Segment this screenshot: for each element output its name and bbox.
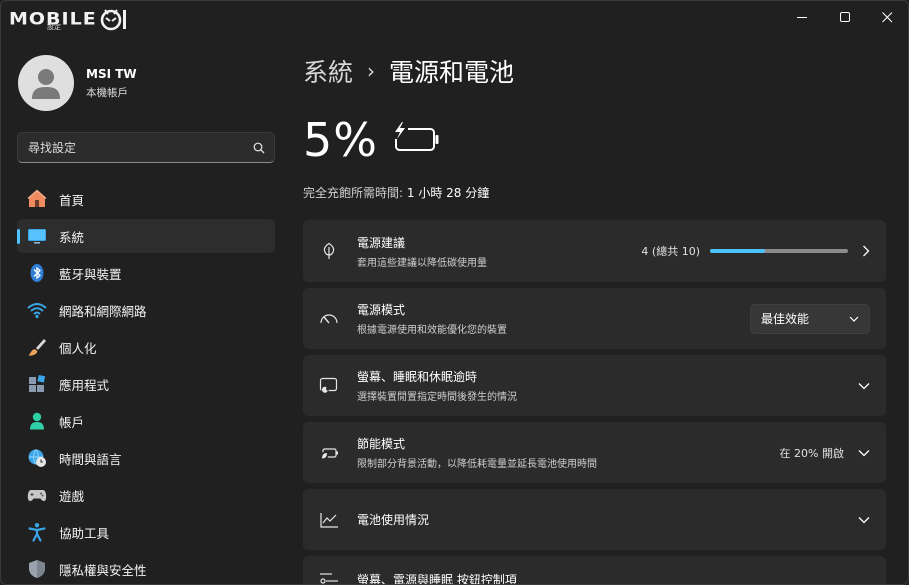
chevron-right-icon xyxy=(862,245,870,257)
sidebar-item-network[interactable]: 網路和網際網路 xyxy=(17,293,275,327)
shield-icon xyxy=(27,559,47,579)
search-icon[interactable] xyxy=(244,142,274,154)
person-icon xyxy=(27,411,47,431)
avatar xyxy=(18,55,74,111)
sidebar-nav: 首頁 系統 藍牙與裝置 網路和網際網路 個人化 應用程式 帳戶 時間與語言 遊戲… xyxy=(17,182,275,584)
card-title: 電源建議 xyxy=(357,235,406,250)
sidebar-item-label: 網路和網際網路 xyxy=(59,303,147,319)
app-logo: MOBILE 設定 xyxy=(9,6,129,32)
recommendations-count: 4 (總共 10) xyxy=(641,245,700,258)
bluetooth-icon xyxy=(27,263,47,283)
battery-charging-icon xyxy=(391,122,444,160)
card-subtitle: 根據電源使用和效能優化您的裝置 xyxy=(357,325,507,336)
card-subtitle: 選擇裝置閒置指定時間後發生的情況 xyxy=(357,392,517,403)
page-title: 電源和電池 xyxy=(389,58,515,87)
card-title: 節能模式 xyxy=(357,437,406,451)
gamepad-icon xyxy=(27,485,47,505)
sidebar-item-accounts[interactable]: 帳戶 xyxy=(17,404,275,438)
battery-percent: 5% xyxy=(303,113,378,167)
card-title: 螢幕、睡眠和休眠逾時 xyxy=(357,370,478,384)
dropdown-selected: 最佳效能 xyxy=(761,312,810,326)
profile-account-type: 本機帳戶 xyxy=(86,86,128,99)
sidebar-item-label: 隱私權與安全性 xyxy=(59,562,147,578)
accessibility-icon xyxy=(27,522,47,542)
title-bar: MOBILE 設定 xyxy=(1,1,908,35)
button-controls-card[interactable]: 螢幕、電源與睡眠 按鈕控制項 xyxy=(303,556,886,585)
sidebar-item-bluetooth[interactable]: 藍牙與裝置 xyxy=(17,256,275,290)
energy-saver-icon xyxy=(319,444,339,462)
profile-name: MSI TW xyxy=(86,66,137,81)
logo-mark-icon xyxy=(100,9,126,31)
maximize-button[interactable] xyxy=(822,1,868,33)
battery-status: 5% xyxy=(303,113,444,167)
home-icon xyxy=(27,189,47,209)
energy-saver-status: 在 20% 開啟 xyxy=(779,446,844,460)
sidebar-item-time-language[interactable]: 時間與語言 xyxy=(17,441,275,475)
close-button[interactable] xyxy=(864,1,908,33)
card-title: 螢幕、電源與睡眠 按鈕控制項 xyxy=(357,573,517,585)
search-placeholder: 尋找設定 xyxy=(28,141,77,155)
sidebar-item-privacy[interactable]: 隱私權與安全性 xyxy=(17,552,275,584)
chevron-down-icon[interactable] xyxy=(858,516,870,524)
brush-icon xyxy=(27,337,47,357)
card-subtitle: 套用這些建議以降低碳使用量 xyxy=(357,257,487,269)
breadcrumb-parent[interactable]: 系統 xyxy=(303,53,353,89)
controls-icon xyxy=(319,571,339,584)
chevron-down-icon[interactable] xyxy=(858,382,870,390)
chevron-down-icon xyxy=(849,316,859,322)
sidebar-item-label: 帳戶 xyxy=(59,414,85,430)
apps-icon xyxy=(27,374,47,394)
user-profile[interactable]: MSI TW 本機帳戶 xyxy=(18,55,137,111)
sidebar-item-label: 個人化 xyxy=(59,340,97,356)
sidebar-item-label: 時間與語言 xyxy=(59,451,122,467)
power-mode-dropdown[interactable]: 最佳效能 xyxy=(750,303,870,334)
sidebar-item-home[interactable]: 首頁 xyxy=(17,182,275,216)
sidebar-item-apps[interactable]: 應用程式 xyxy=(17,367,275,401)
window-title: 設定 xyxy=(47,23,61,31)
power-mode-card: 電源模式 根據電源使用和效能優化您的裝置 最佳效能 xyxy=(303,288,886,349)
gauge-icon xyxy=(319,311,339,327)
maximize-icon xyxy=(839,11,850,22)
card-title: 電池使用情況 xyxy=(357,513,430,527)
recommendations-progress xyxy=(710,249,848,253)
power-recommendations-card[interactable]: 電源建議 套用這些建議以降低碳使用量 4 (總共 10) xyxy=(303,220,886,282)
screen-sleep-card[interactable]: 螢幕、睡眠和休眠逾時 選擇裝置閒置指定時間後發生的情況 xyxy=(303,355,886,416)
charge-time: 完全充飽所需時間: 1 小時 28 分鐘 xyxy=(303,184,489,201)
leaf-icon xyxy=(319,242,339,260)
settings-window: MOBILE 設定 MSI TW 本機帳戶 尋找設定 首頁 系統 藍牙與裝置 網… xyxy=(0,0,909,585)
system-icon xyxy=(27,226,47,246)
sidebar-item-label: 系統 xyxy=(59,229,85,245)
card-title: 電源模式 xyxy=(357,303,406,317)
person-avatar-icon xyxy=(32,69,60,99)
sidebar-item-label: 遊戲 xyxy=(59,488,85,504)
charge-time-value: 1 小時 28 分鐘 xyxy=(406,186,490,200)
screen-sleep-icon xyxy=(319,377,339,395)
sidebar-item-label: 首頁 xyxy=(59,192,85,208)
sidebar-item-label: 應用程式 xyxy=(59,377,110,393)
search-input[interactable]: 尋找設定 xyxy=(17,132,275,163)
sidebar-item-label: 藍牙與裝置 xyxy=(59,266,122,282)
sidebar-item-accessibility[interactable]: 協助工具 xyxy=(17,515,275,549)
breadcrumb: 系統 › 電源和電池 xyxy=(303,53,514,89)
sidebar-item-system[interactable]: 系統 xyxy=(17,219,275,253)
battery-usage-card[interactable]: 電池使用情況 xyxy=(303,489,886,550)
charge-time-label: 完全充飽所需時間: xyxy=(303,186,404,200)
wifi-icon xyxy=(27,300,47,320)
minimize-button[interactable] xyxy=(779,1,825,33)
progress-fill xyxy=(710,249,766,253)
energy-saver-card[interactable]: 節能模式 限制部分背景活動，以降低耗電量並延長電池使用時間 在 20% 開啟 xyxy=(303,422,886,483)
sidebar-item-label: 協助工具 xyxy=(59,525,110,541)
breadcrumb-separator: › xyxy=(367,59,376,83)
sidebar-item-personalization[interactable]: 個人化 xyxy=(17,330,275,364)
chevron-down-icon[interactable] xyxy=(858,449,870,457)
minimize-icon xyxy=(796,16,807,18)
sidebar-item-gaming[interactable]: 遊戲 xyxy=(17,478,275,512)
close-icon xyxy=(881,11,892,22)
chart-line-icon xyxy=(319,511,339,529)
globe-clock-icon xyxy=(27,448,47,468)
card-subtitle: 限制部分背景活動，以降低耗電量並延長電池使用時間 xyxy=(357,459,597,470)
